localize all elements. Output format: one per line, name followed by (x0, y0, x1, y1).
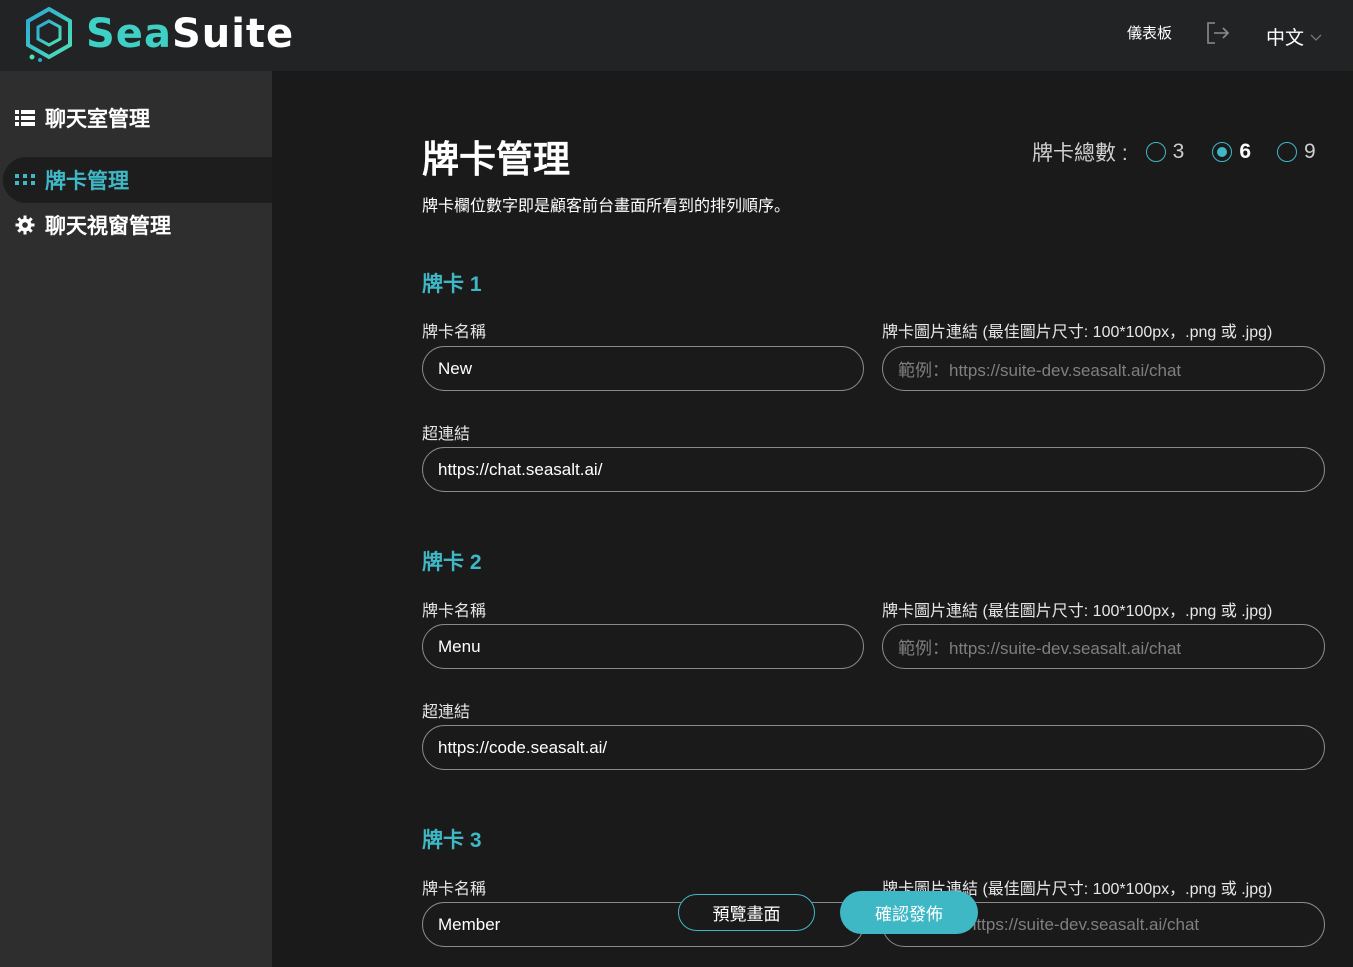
logo-text: SeaSuite (86, 11, 295, 57)
sidebar-item-label: 聊天視窗管理 (45, 215, 171, 238)
sidebar-item-label: 聊天室管理 (45, 108, 150, 131)
list-icon (14, 107, 36, 129)
card-1-link-label: 超連結 (422, 426, 471, 443)
card-total-selector: 牌卡總數 : 3 6 9 (1032, 137, 1316, 167)
radio-circle-icon (1145, 142, 1166, 162)
logo-hexagon-icon (26, 6, 72, 62)
card-3-name-label: 牌卡名稱 (422, 881, 487, 898)
language-label: 中文 (1266, 28, 1305, 49)
logout-icon[interactable] (1205, 20, 1231, 46)
card-1-link-input[interactable]: https://chat.seasalt.ai/ (422, 447, 1325, 492)
card-2-link-input[interactable]: https://code.seasalt.ai/ (422, 725, 1325, 770)
radio-circle-icon (1277, 142, 1298, 162)
sidebar-item-chatroom-management[interactable]: 聊天室管理 (0, 95, 272, 141)
language-selector[interactable]: 中文 (1266, 23, 1322, 50)
card-2-image-url-input[interactable]: 範例：https://suite-dev.seasalt.ai/chat (882, 624, 1325, 669)
card-1-image-url-input[interactable]: 範例：https://suite-dev.seasalt.ai/chat (882, 346, 1325, 391)
radio-option-6[interactable]: 6 (1212, 140, 1251, 164)
card-2-title: 牌卡 2 (422, 551, 482, 574)
main-content: 牌卡管理 牌卡欄位數字即是顧客前台畫面所看到的排列順序。 牌卡總數 : 3 6 … (272, 71, 1353, 967)
top-bar: SeaSuite 儀表板 中文 (0, 0, 1353, 71)
card-2-link-label: 超連結 (422, 704, 471, 721)
card-1-image-label: 牌卡圖片連結 (最佳圖片尺寸: 100*100px，.png 或 .jpg) (882, 324, 1273, 341)
gear-icon (14, 214, 36, 236)
grid-icon (14, 169, 36, 191)
card-total-label: 牌卡總數 : (1032, 142, 1128, 165)
card-2-image-label: 牌卡圖片連結 (最佳圖片尺寸: 100*100px，.png 或 .jpg) (882, 603, 1273, 620)
page-title: 牌卡管理 (422, 139, 570, 180)
page-subtitle: 牌卡欄位數字即是顧客前台畫面所看到的排列順序。 (422, 198, 791, 215)
sidebar-item-chat-window-management[interactable]: 聊天視窗管理 (0, 202, 272, 248)
card-3-title: 牌卡 3 (422, 829, 482, 852)
sidebar: 聊天室管理 牌卡管理 聊天視窗管理 (0, 71, 272, 967)
card-1-title: 牌卡 1 (422, 273, 482, 296)
dashboard-link[interactable]: 儀表板 (1127, 22, 1172, 43)
card-2-name-label: 牌卡名稱 (422, 603, 487, 620)
card-2-name-input[interactable]: Menu (422, 624, 864, 669)
preview-button[interactable]: 預覽畫面 (678, 894, 815, 931)
card-1-name-input[interactable]: New (422, 346, 864, 391)
radio-option-3[interactable]: 3 (1145, 140, 1184, 164)
sidebar-item-card-management[interactable]: 牌卡管理 (3, 157, 272, 203)
sidebar-item-label: 牌卡管理 (45, 170, 129, 193)
radio-selected-icon (1212, 142, 1233, 162)
seasuite-logo[interactable]: SeaSuite (20, 4, 294, 64)
radio-option-9[interactable]: 9 (1277, 140, 1316, 164)
card-1-name-label: 牌卡名稱 (422, 324, 487, 341)
publish-button[interactable]: 確認發佈 (840, 891, 978, 934)
chevron-down-icon (1310, 34, 1322, 41)
